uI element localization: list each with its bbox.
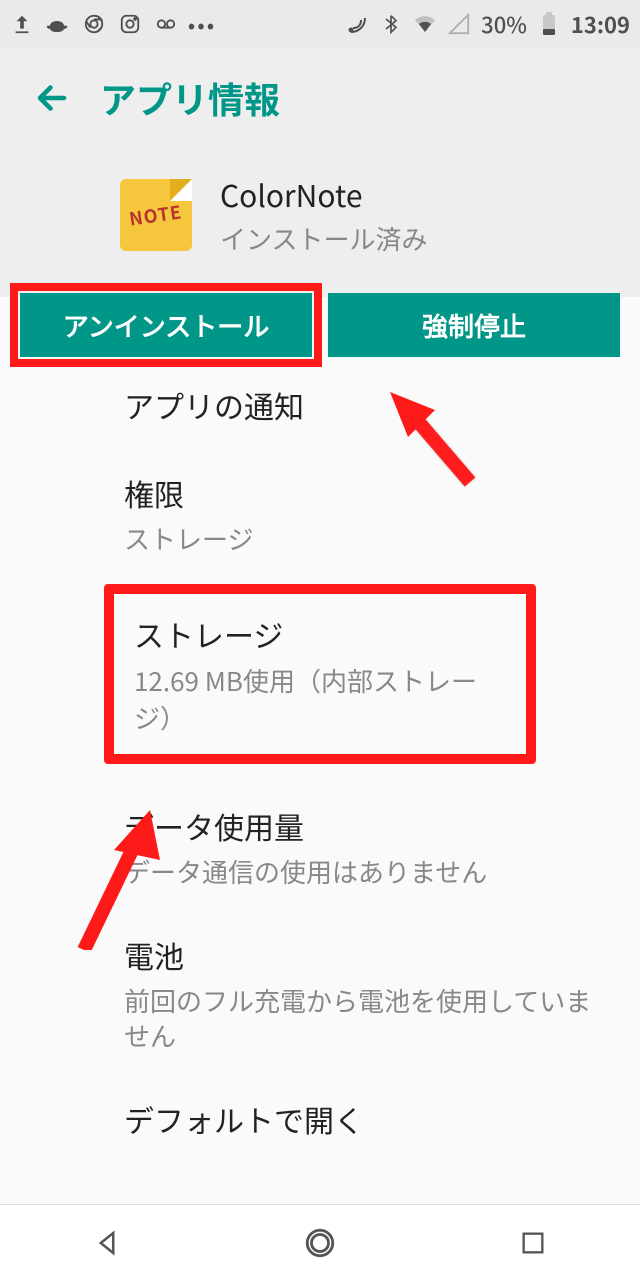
row-notifications[interactable]: アプリの通知 [0, 361, 640, 449]
chrome-icon [82, 12, 106, 36]
app-name: ColorNote [220, 172, 427, 216]
row-title: 権限 [124, 471, 640, 515]
uninstall-button[interactable]: アンインストール [20, 293, 312, 357]
wifi-icon [413, 12, 437, 36]
row-subtitle: データ通信の使用はありません [124, 854, 640, 889]
nav-recent-button[interactable] [505, 1215, 561, 1271]
app-icon: NOTE [120, 179, 192, 251]
page-title: アプリ情報 [100, 72, 280, 124]
voicemail-icon [154, 12, 178, 36]
row-subtitle: 12.69 MB使用（内部ストレージ） [134, 662, 506, 736]
row-subtitle: ストレージ [124, 521, 640, 556]
nav-back-button[interactable] [79, 1215, 135, 1271]
nav-bar [0, 1204, 640, 1280]
status-bar: ••• 30% 13:09 [0, 0, 640, 48]
more-icon: ••• [190, 12, 214, 36]
row-data-usage[interactable]: データ使用量 データ通信の使用はありません [0, 782, 640, 911]
cast-icon [345, 12, 369, 36]
upload-icon [10, 12, 34, 36]
row-storage[interactable]: ストレージ 12.69 MB使用（内部ストレージ） [104, 584, 536, 764]
row-battery[interactable]: 電池 前回のフル充電から電池を使用していません [0, 911, 640, 1075]
app-install-status: インストール済み [220, 220, 427, 257]
action-buttons: アンインストール 強制停止 [0, 293, 640, 357]
bluetooth-icon [379, 12, 403, 36]
row-title: データ使用量 [124, 804, 640, 848]
row-title: ストレージ [134, 612, 506, 656]
row-subtitle: 前回のフル充電から電池を使用していません [124, 983, 640, 1053]
row-permissions[interactable]: 権限 ストレージ [0, 449, 640, 578]
teapot-icon [46, 12, 70, 36]
battery-percent: 30% [481, 8, 527, 40]
nav-home-button[interactable] [292, 1215, 348, 1271]
app-header: NOTE ColorNote インストール済み [0, 148, 640, 297]
row-open-by-default[interactable]: デフォルトで開く [0, 1075, 640, 1149]
row-title: デフォルトで開く [124, 1097, 640, 1141]
signal-icon [447, 12, 471, 36]
battery-icon [537, 12, 561, 36]
clock: 13:09 [571, 8, 630, 40]
row-title: 電池 [124, 933, 640, 977]
row-title: アプリの通知 [124, 383, 640, 427]
force-stop-button[interactable]: 強制停止 [328, 293, 620, 357]
app-bar: アプリ情報 [0, 48, 640, 148]
back-button[interactable] [24, 70, 80, 126]
instagram-icon [118, 12, 142, 36]
